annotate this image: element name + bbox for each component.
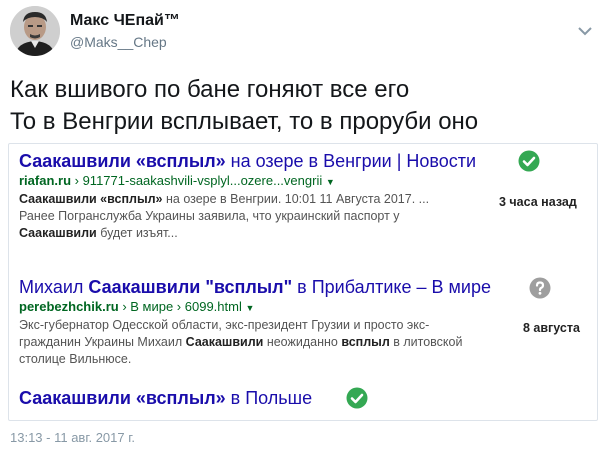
author-name[interactable]: Макс ЧЕпай™ (70, 12, 180, 30)
result-title[interactable]: Михаил Саакашвили "всплыл" в Прибалтике … (19, 276, 491, 298)
snippet-text: Ранее Погранслужба Украины заявила, что … (19, 209, 400, 223)
chevron-down-icon[interactable] (578, 26, 592, 36)
result-title-highlight: Саакашвили "всплыл" (88, 277, 293, 297)
result-domain: riafan.ru (19, 173, 72, 188)
url-dropdown-icon[interactable]: ▼ (326, 177, 335, 187)
result-path: › 911771-saakashvili-vsplyl...ozere...ve… (71, 173, 323, 188)
tweet-timestamp[interactable]: 13:13 - 11 авг. 2017 г. (10, 430, 135, 445)
snippet-text: будет изъят... (96, 226, 178, 240)
search-result: Саакашвили «всплыл» в Польше (19, 387, 312, 409)
question-icon (529, 277, 551, 299)
author-handle[interactable]: @Maks__Chep (70, 34, 167, 50)
snippet-text: в литовской (389, 335, 463, 349)
result-date: 8 августа (523, 321, 580, 335)
snippet-text: гражданин Украины Михаил (19, 335, 186, 349)
check-icon (518, 150, 540, 172)
tweet-line-1: Как вшивого по бане гоняют все его (10, 76, 410, 103)
snippet-highlight: Саакашвили «всплыл» (19, 192, 163, 206)
tweet-text: Как вшивого по бане гоняют все его То в … (10, 74, 478, 138)
url-dropdown-icon[interactable]: ▼ (245, 303, 254, 313)
result-title-highlight: Саакашвили «всплыл» (19, 151, 226, 171)
search-results-image: Саакашвили «всплыл» на озере в Венгрии |… (8, 143, 598, 421)
check-icon (346, 387, 368, 409)
search-result: Михаил Саакашвили "всплыл" в Прибалтике … (19, 276, 491, 368)
result-title-text: в Прибалтике – В мире (292, 277, 491, 297)
result-title[interactable]: Саакашвили «всплыл» в Польше (19, 387, 312, 409)
snippet-text: неожиданно (263, 335, 342, 349)
snippet-highlight: всплыл (341, 335, 390, 349)
avatar[interactable] (10, 6, 60, 56)
result-domain: perebezhchik.ru (19, 299, 119, 314)
result-title-text: на озере в Венгрии | Новости (225, 151, 477, 171)
result-date: 3 часа назад (499, 195, 577, 209)
avatar-image (10, 6, 60, 56)
search-result: Саакашвили «всплыл» на озере в Венгрии |… (19, 150, 484, 242)
result-title-text: Михаил (19, 277, 89, 297)
result-url[interactable]: perebezhchik.ru › В мире › 6099.html ▼ (19, 298, 491, 317)
snippet-highlight: Саакашвили (185, 335, 264, 349)
result-snippet: Саакашвили «всплыл» на озере в Венгрии. … (19, 191, 484, 242)
tweet-header: Макс ЧЕпай™ @Maks__Chep (10, 6, 594, 60)
snippet-highlight: Саакашвили (19, 226, 97, 240)
result-snippet: Экс-губернатор Одесской области, экс-пре… (19, 317, 484, 368)
result-title[interactable]: Саакашвили «всплыл» на озере в Венгрии |… (19, 150, 484, 172)
result-url[interactable]: riafan.ru › 911771-saakashvili-vsplyl...… (19, 172, 484, 191)
result-path: › В мире › 6099.html (118, 299, 242, 314)
snippet-text: Экс-губернатор Одесской области, экс-пре… (19, 318, 430, 332)
tweet-line-2: То в Венгрии всплывает, то в проруби оно (10, 108, 479, 135)
snippet-text: на озере в Венгрии. 10:01 11 Августа 201… (162, 192, 430, 206)
result-title-text: в Польше (225, 388, 313, 408)
result-title-highlight: Саакашвили «всплыл» (19, 388, 226, 408)
snippet-text: столице Вильнюсе. (19, 352, 132, 366)
